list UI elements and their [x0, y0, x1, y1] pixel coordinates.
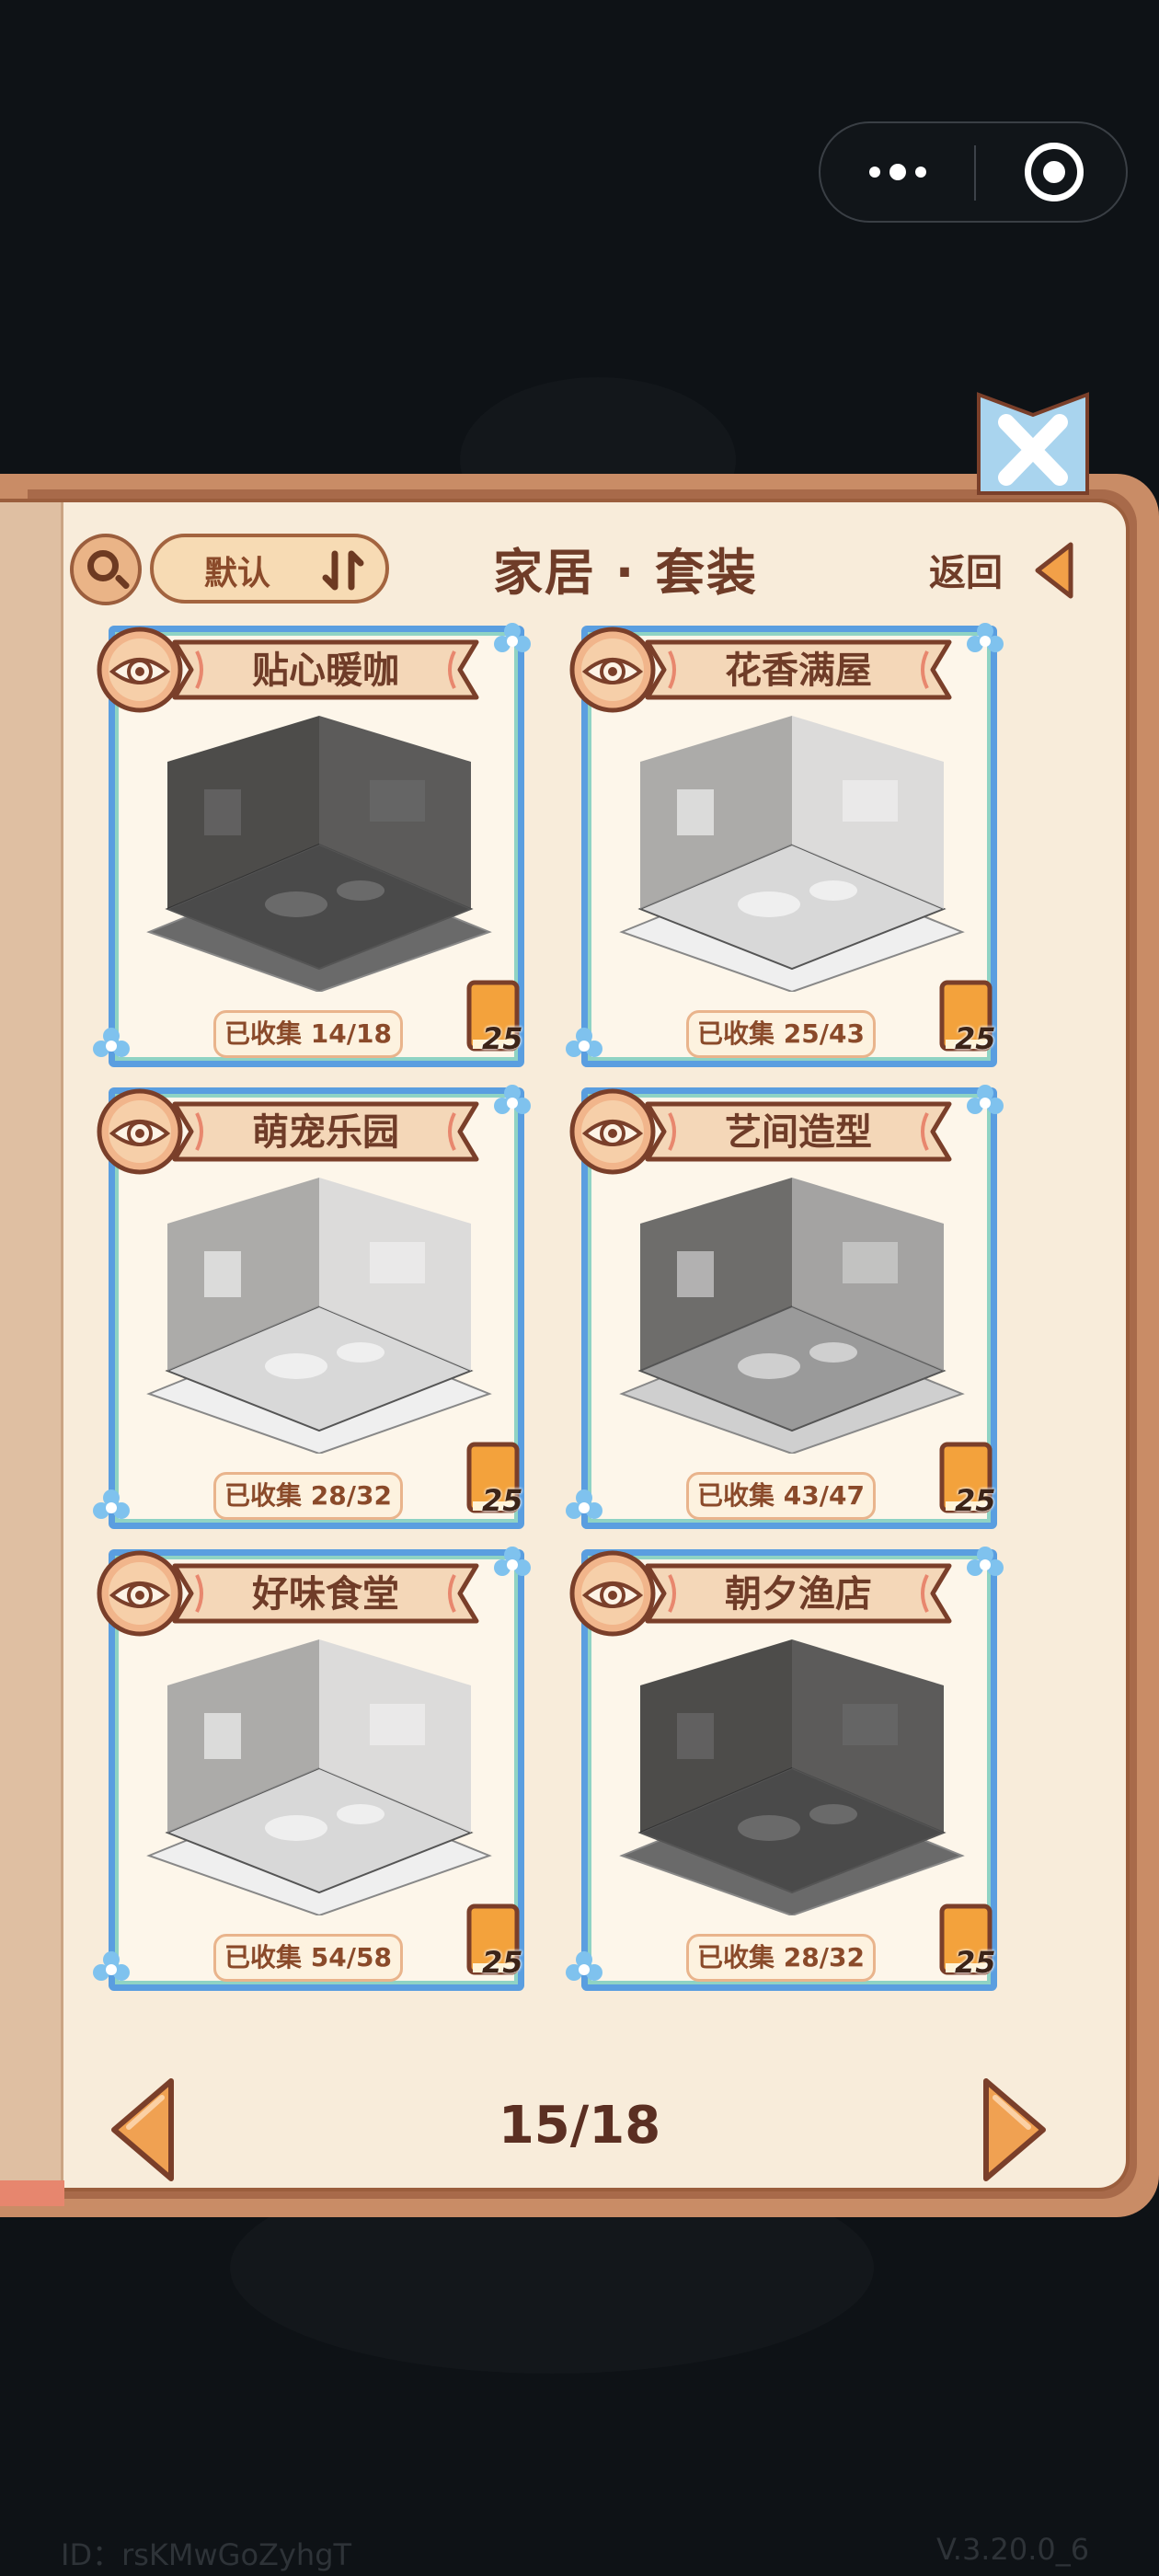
- eye-preview-icon[interactable]: [568, 626, 657, 714]
- room-preview-image: [146, 1178, 492, 1454]
- version-label: V.3.20.0_6: [936, 2532, 1090, 2567]
- eye-preview-icon[interactable]: [96, 1087, 184, 1176]
- more-menu-icon[interactable]: [820, 123, 974, 221]
- collected-count: 已收集 28/32: [213, 1472, 403, 1520]
- sort-label: 默认: [204, 555, 271, 592]
- suit-card[interactable]: 花香满屋 已收集 25/43 25: [566, 623, 1004, 1086]
- search-button[interactable]: [70, 534, 142, 605]
- room-preview-image: [619, 716, 965, 992]
- flower-decoration-icon: [93, 1951, 130, 1981]
- card-title: 萌宠乐园: [252, 1111, 399, 1154]
- close-miniprogram-icon[interactable]: [1025, 143, 1084, 201]
- search-icon: [87, 550, 119, 581]
- page-indicator: 15/18: [498, 2096, 661, 2156]
- book-count: 25: [955, 1021, 996, 1056]
- flower-decoration-icon: [566, 1028, 602, 1057]
- suit-card[interactable]: 萌宠乐园 已收集 28/32 25: [93, 1085, 531, 1547]
- card-title: 花香满屋: [725, 650, 872, 692]
- close-icon[interactable]: [975, 391, 1091, 497]
- back-button-label[interactable]: 返回: [929, 543, 1003, 596]
- book-count: 25: [482, 1483, 523, 1518]
- suit-card[interactable]: 好味食堂 已收集 54/58 25: [93, 1547, 531, 2009]
- room-preview-image: [146, 716, 492, 992]
- sort-icon: [322, 550, 364, 591]
- card-title: 艺间造型: [725, 1111, 872, 1154]
- user-id: ID：rsKMwGoZyhgT: [61, 2537, 352, 2572]
- flower-decoration-icon: [967, 1547, 1004, 1576]
- collected-count: 已收集 54/58: [213, 1934, 403, 1982]
- flower-decoration-icon: [566, 1489, 602, 1519]
- flower-decoration-icon: [93, 1489, 130, 1519]
- card-title: 朝夕渔店: [725, 1573, 872, 1616]
- collected-count: 已收集 14/18: [213, 1010, 403, 1058]
- flower-decoration-icon: [967, 623, 1004, 652]
- book-count: 25: [955, 1483, 996, 1518]
- room-preview-image: [146, 1639, 492, 1915]
- flower-decoration-icon: [494, 623, 531, 652]
- room-preview-image: [619, 1178, 965, 1454]
- back-arrow-icon[interactable]: [1032, 541, 1078, 600]
- room-preview-image: [619, 1639, 965, 1915]
- miniprogram-capsule: [819, 121, 1128, 223]
- book-count: 25: [482, 1945, 523, 1980]
- sort-button[interactable]: 默认: [150, 534, 389, 604]
- collected-count: 已收集 28/32: [686, 1934, 876, 1982]
- suit-card[interactable]: 艺间造型 已收集 43/47 25: [566, 1085, 1004, 1547]
- flower-decoration-icon: [967, 1085, 1004, 1114]
- flower-decoration-icon: [494, 1547, 531, 1576]
- suit-card[interactable]: 朝夕渔店 已收集 28/32 25: [566, 1547, 1004, 2009]
- search-icon-handle: [114, 573, 131, 591]
- book-count: 25: [955, 1945, 996, 1980]
- eye-preview-icon[interactable]: [96, 1549, 184, 1638]
- eye-preview-icon[interactable]: [96, 626, 184, 714]
- spine-edge: [0, 2180, 64, 2206]
- capsule-divider: [974, 145, 976, 201]
- book-count: 25: [482, 1021, 523, 1056]
- card-title: 贴心暖咖: [252, 650, 399, 692]
- suit-card[interactable]: 贴心暖咖 已收集 14/18 25: [93, 623, 531, 1086]
- card-title: 好味食堂: [252, 1573, 399, 1616]
- collected-count: 已收集 43/47: [686, 1472, 876, 1520]
- flower-decoration-icon: [566, 1951, 602, 1981]
- flower-decoration-icon: [93, 1028, 130, 1057]
- next-page-button[interactable]: [981, 2076, 1050, 2184]
- eye-preview-icon[interactable]: [568, 1087, 657, 1176]
- flower-decoration-icon: [494, 1085, 531, 1114]
- page-title: 家居 · 套装: [492, 544, 759, 602]
- eye-preview-icon[interactable]: [568, 1549, 657, 1638]
- collected-count: 已收集 25/43: [686, 1010, 876, 1058]
- book-spine: [0, 502, 63, 2188]
- prev-page-button[interactable]: [107, 2076, 177, 2184]
